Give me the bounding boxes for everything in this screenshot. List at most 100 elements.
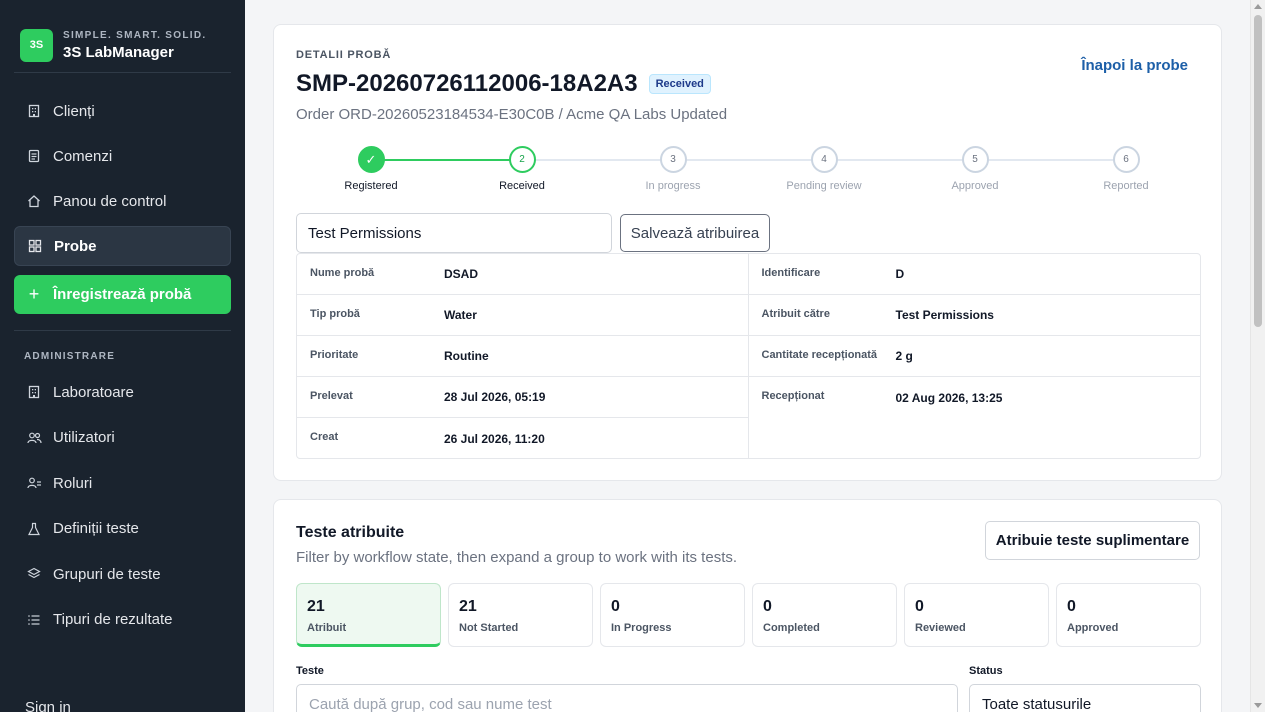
back-to-samples-link[interactable]: Înapoi la probe	[1081, 57, 1188, 74]
workflow-stepper: ✓ Registered 2 Received 3 In progress 4 …	[296, 146, 1202, 202]
detail-value: DSAD	[444, 267, 479, 281]
detail-row: Atribuit către Test Permissions	[748, 295, 1200, 336]
stat-label: Not Started	[459, 622, 519, 634]
save-assignment-button[interactable]: Salvează atribuirea	[620, 214, 770, 252]
scroll-down-icon[interactable]	[1254, 703, 1262, 708]
brand[interactable]: 3S SIMPLE. SMART. SOLID. 3S LabManager	[0, 0, 245, 72]
sidebar-item-label: Grupuri de teste	[53, 565, 161, 583]
stat-value: 21	[459, 598, 477, 615]
sidebar-item-roluri[interactable]: Roluri	[14, 463, 231, 503]
test-search-input[interactable]	[296, 684, 958, 712]
sidebar-item-grupuri-de-teste[interactable]: Grupuri de teste	[14, 554, 231, 594]
detail-key: Cantitate recepționată	[761, 348, 878, 361]
detail-row: Nume probă DSAD	[297, 254, 748, 295]
detail-value: Routine	[444, 349, 489, 363]
details-column-right: Identificare D Atribuit către Test Permi…	[748, 254, 1201, 458]
stat-label: In Progress	[611, 622, 672, 634]
detail-key: Identificare	[761, 266, 821, 279]
step-number: 4	[810, 146, 838, 173]
main-content: DETALII PROBĂ SMP-20260726112006-18A2A3 …	[245, 0, 1250, 712]
stat-label: Completed	[763, 622, 820, 634]
detail-row: Prelevat 28 Jul 2026, 05:19	[297, 377, 748, 418]
stat-card-approved[interactable]: 0 Approved	[1056, 583, 1201, 647]
sidebar-item-label: Probe	[54, 237, 97, 255]
details-column-left: Nume probă DSAD Tip probă Water Priorita…	[297, 254, 749, 458]
sample-details-grid: Nume probă DSAD Tip probă Water Priorita…	[296, 253, 1201, 459]
step-number: 6	[1112, 146, 1140, 173]
stat-card-completed[interactable]: 0 Completed	[752, 583, 897, 647]
step-number: 3	[659, 146, 687, 173]
assign-extra-tests-button[interactable]: Atribuie teste suplimentare	[985, 521, 1200, 560]
sidebar-section-admin: ADMINISTRARE	[24, 351, 116, 362]
sidebar-item-comenzi[interactable]: Comenzi	[14, 136, 231, 176]
sidebar-item-probe[interactable]: Probe	[14, 226, 231, 266]
detail-row: Tip probă Water	[297, 295, 748, 336]
stat-label: Atribuit	[307, 622, 347, 634]
roles-icon	[26, 475, 42, 491]
document-icon	[26, 148, 42, 164]
stat-label: Reviewed	[915, 622, 966, 634]
register-sample-button[interactable]: + Înregistrează probă	[14, 275, 231, 314]
detail-key: Creat	[310, 431, 339, 443]
sidebar-item-tipuri-de-rezultate[interactable]: Tipuri de rezultate	[14, 600, 231, 640]
step-registered: ✓ Registered	[296, 146, 446, 192]
sidebar-item-label: Panou de control	[53, 192, 167, 210]
detail-value: Water	[444, 308, 477, 322]
status-select[interactable]	[969, 684, 1201, 712]
sample-details-card: DETALII PROBĂ SMP-20260726112006-18A2A3 …	[273, 24, 1222, 481]
brand-tagline: SIMPLE. SMART. SOLID.	[63, 29, 207, 41]
sidebar-item-utilizatori[interactable]: Utilizatori	[14, 418, 231, 458]
stat-card-not-started[interactable]: 21 Not Started	[448, 583, 593, 647]
stat-value: 0	[611, 598, 620, 615]
page-scrollbar[interactable]	[1250, 0, 1265, 712]
detail-row: Identificare D	[748, 254, 1200, 295]
detail-value: D	[895, 267, 905, 281]
detail-value: Test Permissions	[895, 308, 994, 322]
detail-key: Nume probă	[310, 266, 375, 279]
stat-card-atribuit[interactable]: 21 Atribuit	[296, 583, 441, 647]
status-label: Status	[969, 665, 1003, 677]
stat-label: Approved	[1067, 622, 1119, 634]
page-title: SMP-20260726112006-18A2A3	[296, 70, 638, 97]
scrollbar-thumb[interactable]	[1254, 15, 1262, 327]
home-icon	[26, 193, 42, 209]
section-title: Teste atribuite	[296, 524, 405, 541]
order-subtitle: Order ORD-20260523184534-E30C0B / Acme Q…	[296, 106, 728, 123]
section-eyebrow: DETALII PROBĂ	[296, 49, 392, 61]
stat-value: 21	[307, 598, 325, 615]
stat-value: 0	[763, 598, 772, 615]
stat-value: 0	[915, 598, 924, 615]
stat-card-reviewed[interactable]: 0 Reviewed	[904, 583, 1049, 647]
status-badge: Received	[648, 74, 711, 94]
search-label: Teste	[296, 665, 324, 677]
sidebar-item-definitii-teste[interactable]: Definiții teste	[14, 509, 231, 549]
list-icon	[26, 612, 42, 628]
sidebar-item-label: Clienți	[53, 102, 95, 120]
detail-value: 2 g	[895, 349, 913, 363]
assignee-input[interactable]	[296, 213, 612, 253]
step-received: 2 Received	[447, 146, 597, 192]
sidebar-item-label: Utilizatori	[53, 429, 115, 446]
detail-value: 02 Aug 2026, 13:25	[895, 390, 1003, 405]
sign-in-link[interactable]: Sign in	[25, 699, 71, 712]
detail-row: Creat 26 Jul 2026, 11:20	[297, 418, 748, 459]
step-number: 2	[508, 146, 536, 173]
detail-key: Atribuit către	[761, 307, 830, 320]
sidebar-item-laboratoare[interactable]: Laboratoare	[14, 372, 231, 412]
sidebar-item-label: Roluri	[53, 474, 93, 492]
step-number: 5	[961, 146, 989, 173]
building-icon	[26, 103, 42, 119]
detail-row: Recepționat 02 Aug 2026, 13:25	[749, 377, 1201, 418]
stat-card-in-progress[interactable]: 0 In Progress	[600, 583, 745, 647]
grid-icon	[27, 238, 43, 254]
step-label: In progress	[645, 180, 701, 192]
brand-name: 3S LabManager	[63, 43, 174, 61]
sidebar-item-clienti[interactable]: Clienți	[14, 91, 231, 131]
sidebar-item-panou-de-control[interactable]: Panou de control	[14, 181, 231, 221]
step-approved: 5 Approved	[900, 146, 1050, 192]
detail-row: Cantitate recepționată 2 g	[748, 336, 1200, 377]
step-label: Registered	[344, 180, 398, 192]
scroll-up-icon[interactable]	[1254, 4, 1262, 9]
detail-row: Prioritate Routine	[297, 336, 748, 377]
detail-key: Tip probă	[310, 307, 360, 320]
